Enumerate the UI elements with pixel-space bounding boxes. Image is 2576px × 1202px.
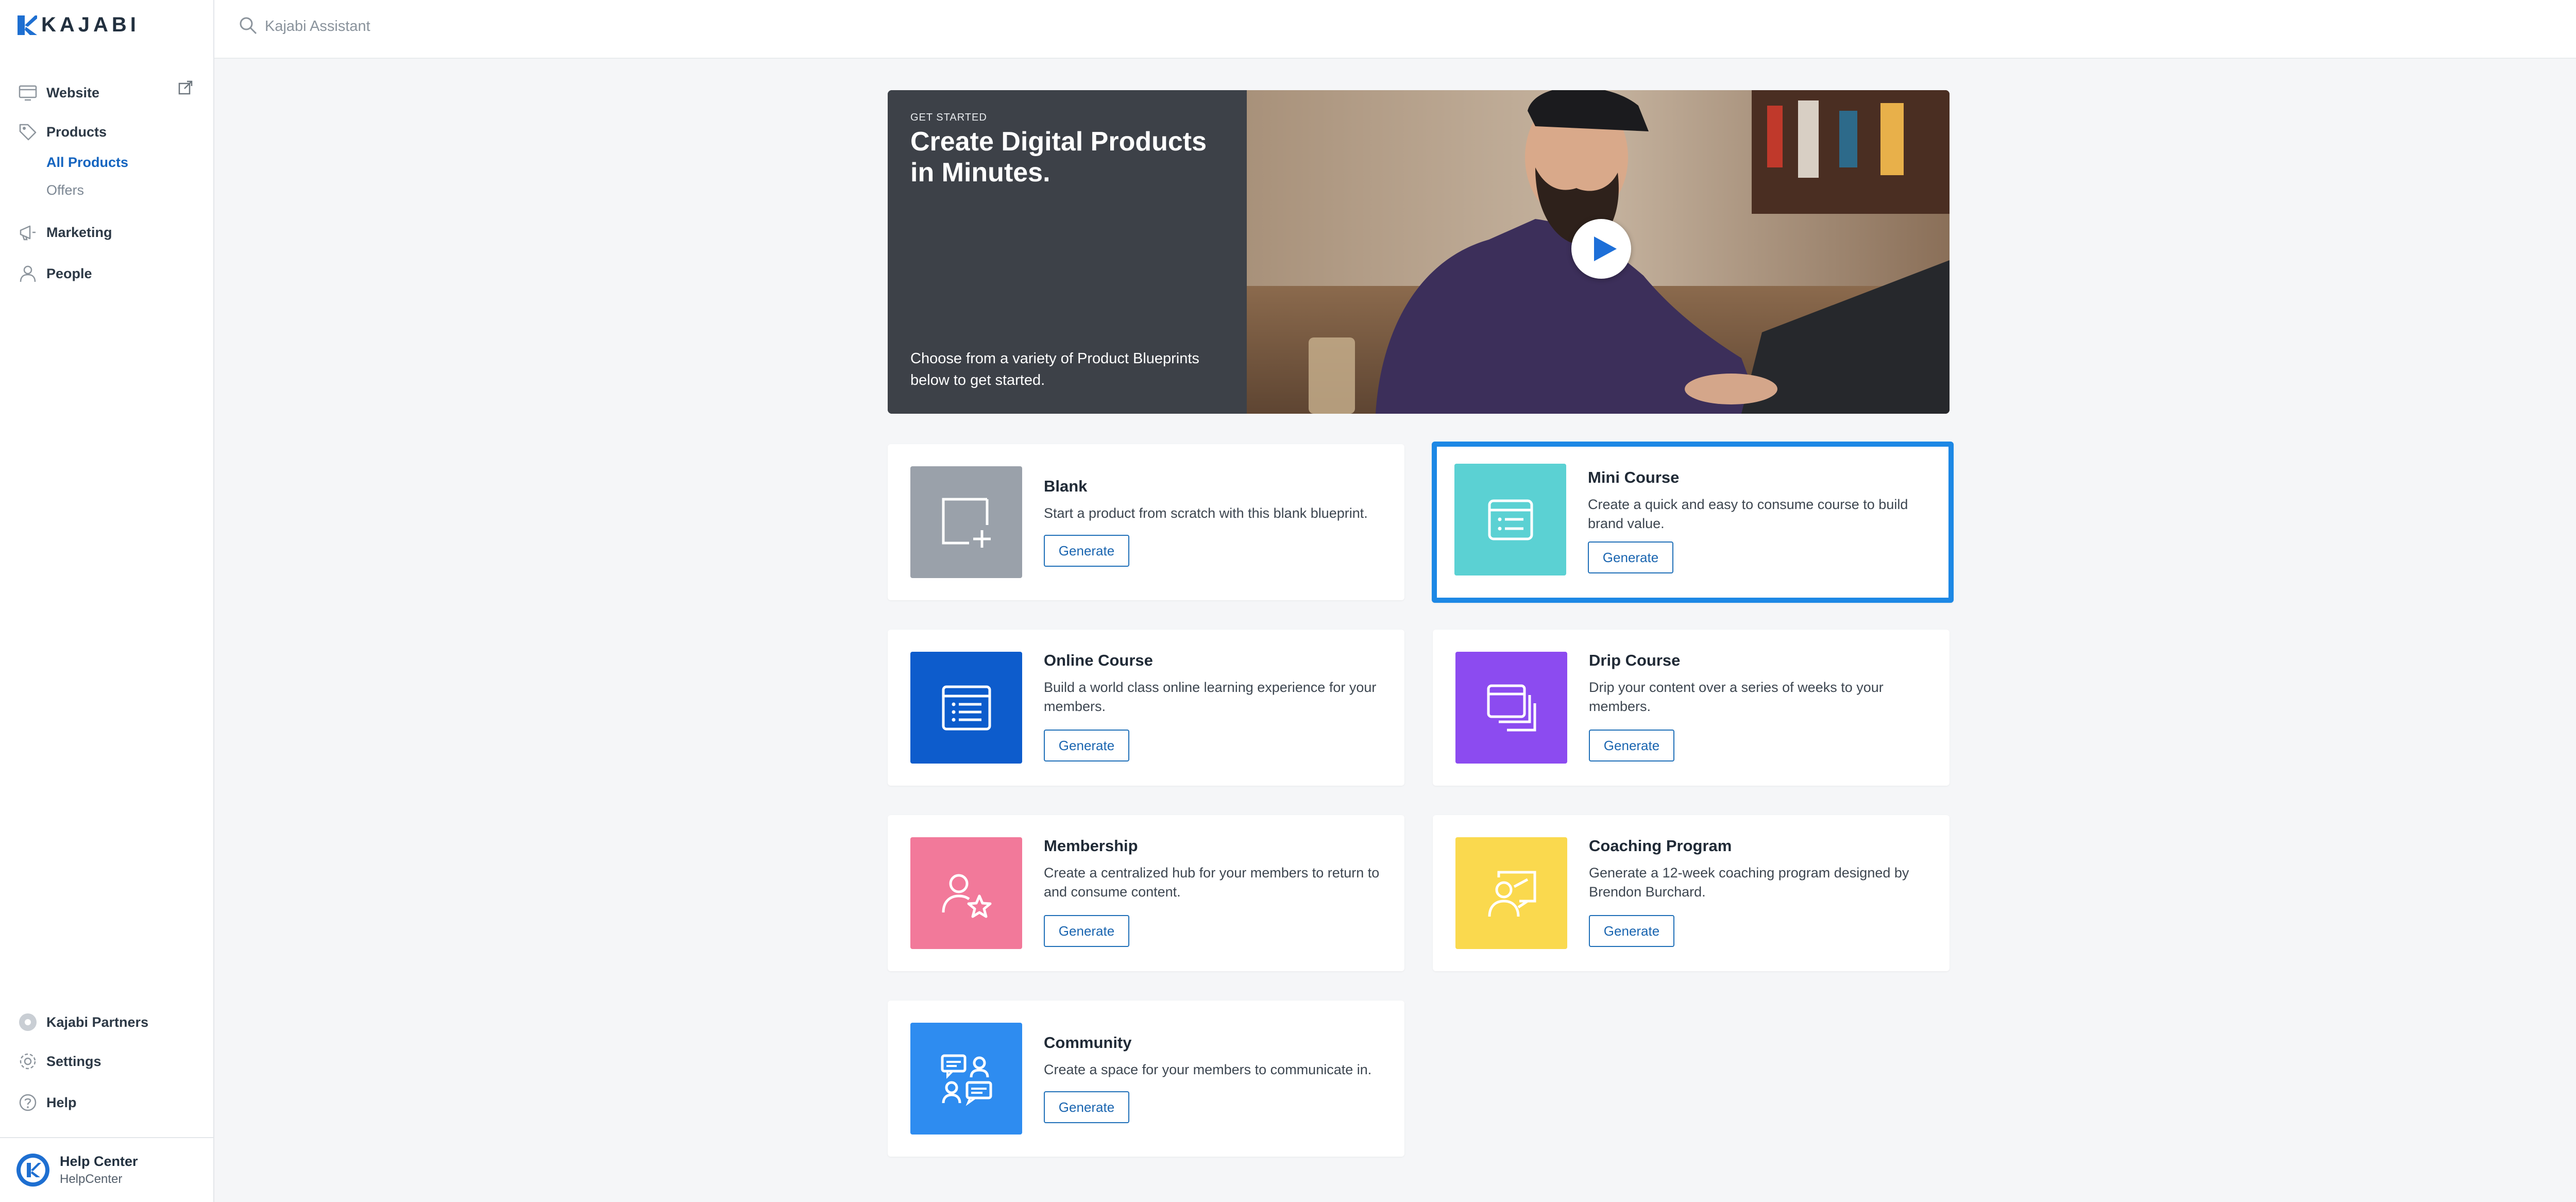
sidebar-item-label: People [46, 265, 92, 281]
membership-icon [942, 874, 991, 918]
blueprint-title: Community [1044, 1034, 1132, 1052]
sidebar-item-website[interactable]: Website [18, 82, 99, 103]
blueprint-card-mini-course[interactable]: Mini Course Create a quick and easy to c… [1432, 442, 1954, 603]
blueprint-title: Blank [1044, 477, 1088, 495]
blank-add-icon [942, 498, 991, 548]
sidebar-item-label: Website [46, 84, 100, 100]
get-started-hero: GET STARTED Create Digital Products in M… [888, 90, 1950, 414]
search-icon [240, 17, 257, 35]
sidebar: KAJABI Website Products All Products Off… [0, 0, 214, 1202]
partners-badge-icon [19, 1013, 37, 1031]
blueprint-title: Membership [1044, 837, 1138, 855]
sidebar-item-people[interactable]: People [18, 263, 92, 284]
blueprint-description: Create a centralized hub for your member… [1044, 865, 1380, 900]
blueprint-description: Drip your content over a series of weeks… [1589, 680, 1884, 714]
sidebar-item-kajabi-partners[interactable]: Kajabi Partners [18, 1012, 148, 1032]
hero-description: Choose from a variety of Product Bluepri… [910, 350, 1199, 388]
hero-text-panel: GET STARTED Create Digital Products in M… [888, 90, 1247, 414]
blueprint-icon-tile [1455, 837, 1567, 949]
blueprint-card-blank[interactable]: Blank Start a product from scratch with … [888, 444, 1404, 600]
sidebar-item-label: Kajabi Partners [46, 1014, 149, 1030]
blueprint-description: Create a quick and easy to consume cours… [1588, 497, 1908, 531]
brand-wordmark: KAJABI [41, 13, 140, 36]
sidebar-item-label: Products [46, 124, 107, 140]
coaching-icon [1488, 871, 1536, 917]
hero-title: Create Digital Products in Minutes. [910, 127, 1207, 188]
sidebar-item-settings[interactable]: Settings [18, 1051, 101, 1072]
monitor-icon [19, 85, 37, 101]
sidebar-item-marketing[interactable]: Marketing [18, 222, 112, 243]
blueprint-icon-tile [1455, 652, 1567, 764]
generate-button[interactable]: Generate [1589, 730, 1674, 761]
blueprint-icon-tile [1454, 464, 1566, 575]
sidebar-subitem-all-products[interactable]: All Products [46, 155, 128, 171]
kajabi-logo[interactable]: KAJABI [18, 13, 140, 37]
assistant-search-input[interactable] [264, 12, 730, 40]
play-icon [1594, 236, 1617, 261]
mini-course-icon [1488, 499, 1533, 540]
kajabi-logo-mark-icon [18, 15, 37, 35]
account-switcher[interactable]: Help Center HelpCenter [0, 1137, 213, 1202]
generate-button[interactable]: Generate [1044, 915, 1129, 947]
online-course-icon [942, 685, 991, 730]
help-circle-icon [19, 1094, 37, 1111]
megaphone-icon [20, 225, 36, 241]
gear-icon [20, 1053, 36, 1070]
generate-button[interactable]: Generate [1588, 541, 1673, 573]
generate-button[interactable]: Generate [1044, 730, 1129, 761]
play-video-button[interactable] [1571, 219, 1631, 279]
community-icon [941, 1054, 992, 1106]
blueprint-card-coaching-program[interactable]: Coaching Program Generate a 12-week coac… [1433, 815, 1950, 971]
blueprint-description: Create a space for your members to commu… [1044, 1062, 1372, 1077]
blueprint-card-drip-course[interactable]: Drip Course Drip your content over a ser… [1433, 630, 1950, 786]
sidebar-item-label: Settings [46, 1053, 101, 1069]
blueprint-description: Start a product from scratch with this b… [1044, 505, 1368, 521]
blueprint-icon-tile [910, 1023, 1022, 1135]
blueprint-card-community[interactable]: Community Create a space for your member… [888, 1001, 1404, 1157]
tag-icon [19, 124, 37, 141]
drip-course-icon [1487, 684, 1536, 731]
blueprint-icon-tile [910, 466, 1022, 578]
generate-button[interactable]: Generate [1589, 915, 1674, 947]
blueprint-title: Mini Course [1588, 468, 1680, 486]
blueprint-title: Drip Course [1589, 651, 1681, 669]
generate-button[interactable]: Generate [1044, 1091, 1129, 1123]
sidebar-item-products[interactable]: Products [18, 122, 107, 142]
person-icon [20, 265, 36, 282]
site-subtitle: HelpCenter [60, 1172, 123, 1186]
blueprint-card-online-course[interactable]: Online Course Build a world class online… [888, 630, 1404, 786]
sidebar-item-label: Help [46, 1094, 77, 1110]
site-name: Help Center [60, 1154, 138, 1169]
blueprint-icon-tile [910, 837, 1022, 949]
blueprint-title: Coaching Program [1589, 837, 1732, 855]
sidebar-item-label: Marketing [46, 224, 112, 240]
external-link-icon[interactable] [177, 79, 194, 96]
generate-button[interactable]: Generate [1044, 535, 1129, 567]
hero-eyebrow: GET STARTED [910, 112, 987, 123]
blueprint-icon-tile [910, 652, 1022, 764]
kajabi-k-icon [21, 1158, 45, 1182]
blueprint-description: Generate a 12-week coaching program desi… [1589, 865, 1909, 900]
sidebar-item-help[interactable]: Help [18, 1092, 77, 1113]
avatar [16, 1154, 49, 1187]
blueprint-title: Online Course [1044, 651, 1153, 669]
blueprint-card-membership[interactable]: Membership Create a centralized hub for … [888, 815, 1404, 971]
sidebar-subitem-offers[interactable]: Offers [46, 182, 84, 198]
blueprint-description: Build a world class online learning expe… [1044, 680, 1377, 714]
top-bar [214, 0, 2576, 59]
